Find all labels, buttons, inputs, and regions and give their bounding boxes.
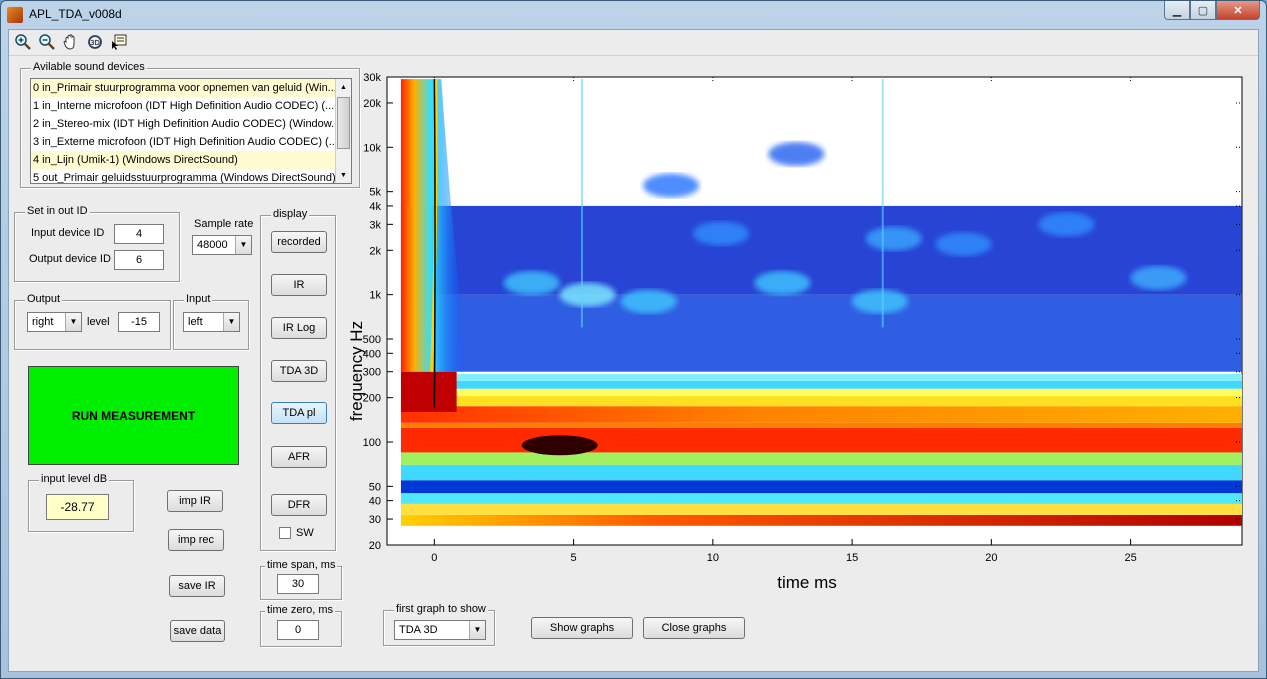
sw-label: SW (296, 527, 314, 539)
output-channel-value: right (32, 316, 54, 328)
display-tda-pl-button[interactable]: TDA pl (271, 402, 327, 424)
y-tick-label: 20k (363, 98, 381, 110)
y-tick-label: 5k (369, 187, 381, 199)
x-tick-label: 15 (846, 552, 858, 564)
close-button[interactable]: ✕ (1216, 1, 1260, 20)
y-tick-label: 30 (369, 514, 381, 526)
save-ir-button[interactable]: save IR (169, 575, 225, 597)
chevron-down-icon: ▼ (235, 236, 251, 254)
first-graph-value: TDA 3D (399, 624, 438, 636)
device-item-2[interactable]: 2 in_Stereo-mix (IDT High Definition Aud… (31, 115, 351, 133)
x-tick-label: 20 (985, 552, 997, 564)
pan-hand-icon[interactable] (61, 32, 81, 52)
app-window: APL_TDA_v008d ▁ ▢ ✕ 3D Avilable sound de… (0, 0, 1267, 679)
first-graph-select[interactable]: TDA 3D ▼ (394, 620, 486, 640)
device-item-0[interactable]: 0 in_Primair stuurprogramma voor opnemen… (31, 79, 351, 97)
input-channel-value: left (188, 316, 203, 328)
sample-rate-label: Sample rate (194, 218, 254, 230)
close-graphs-button[interactable]: Close graphs (643, 617, 745, 639)
x-tick-label: 25 (1124, 552, 1136, 564)
output-device-field[interactable]: 6 (114, 250, 164, 270)
imp-ir-button[interactable]: imp IR (167, 490, 223, 512)
device-item-5[interactable]: 5 out_Primair geluidsstuurprogramma (Win… (31, 169, 351, 183)
zoom-in-icon[interactable] (13, 32, 33, 52)
sample-rate-value: 48000 (197, 239, 228, 251)
time-span-field[interactable]: 30 (277, 574, 319, 594)
input-channel-select[interactable]: left ▼ (183, 312, 240, 332)
input-device-label: Input device ID (31, 227, 105, 239)
save-data-button[interactable]: save data (170, 620, 225, 642)
chevron-down-icon: ▼ (223, 313, 239, 331)
display-recorded-button[interactable]: recorded (271, 231, 327, 253)
input-panel: Input left ▼ (173, 293, 249, 350)
svg-text:3D: 3D (90, 39, 100, 47)
maximize-button[interactable]: ▢ (1190, 1, 1216, 20)
chevron-down-icon: ▼ (469, 621, 485, 639)
device-item-3[interactable]: 3 in_Externe microfoon (IDT High Definit… (31, 133, 351, 151)
output-panel-title: Output (25, 293, 63, 305)
matlab-icon (7, 7, 23, 23)
title-bar: APL_TDA_v008d ▁ ▢ ✕ (1, 1, 1266, 29)
input-level-title: input level dB (39, 473, 110, 485)
y-tick-label: 10k (363, 142, 381, 154)
sample-rate-select[interactable]: 48000 ▼ (192, 235, 252, 255)
input-panel-title: Input (184, 293, 213, 305)
device-item-1[interactable]: 1 in_Interne microfoon (IDT High Definit… (31, 97, 351, 115)
client-area: 3D Avilable sound devices 0 in_Primair s… (8, 29, 1259, 672)
time-zero-panel: time zero, ms 0 (260, 604, 342, 647)
output-device-label: Output device ID (29, 253, 111, 265)
time-zero-title: time zero, ms (265, 604, 336, 616)
y-axis-label: frequency Hz (347, 321, 366, 421)
y-tick-label: 1k (369, 290, 381, 302)
output-channel-select[interactable]: right ▼ (27, 312, 82, 332)
y-tick-label: 2k (369, 245, 381, 257)
figure-toolbar: 3D (9, 30, 1258, 56)
devices-listbox[interactable]: 0 in_Primair stuurprogramma voor opnemen… (30, 78, 352, 184)
y-tick-label: 20 (369, 540, 381, 552)
sw-checkbox[interactable] (279, 527, 291, 539)
x-tick-label: 0 (431, 552, 437, 564)
display-ir-log-button[interactable]: IR Log (271, 317, 327, 339)
output-panel: Output right ▼ level -15 (14, 293, 171, 350)
io-panel: Set in out ID Input device ID 4 Output d… (14, 205, 180, 282)
display-ir-button[interactable]: IR (271, 274, 327, 296)
time-span-title: time span, ms (265, 559, 338, 571)
x-tick-label: 10 (707, 552, 719, 564)
x-tick-label: 5 (571, 552, 577, 564)
tda-plot[interactable]: 203040501002003004005001k2k3k4k5k10k20k3… (337, 70, 1247, 590)
level-field[interactable]: -15 (118, 312, 160, 332)
show-graphs-button[interactable]: Show graphs (531, 617, 633, 639)
chevron-down-icon: ▼ (65, 313, 81, 331)
input-level-display: -28.77 (46, 494, 109, 520)
display-panel-title: display (271, 208, 310, 220)
time-span-panel: time span, ms 30 (260, 559, 342, 600)
display-tda-3d-button[interactable]: TDA 3D (271, 360, 327, 382)
x-axis-label: time ms (777, 573, 837, 590)
minimize-button[interactable]: ▁ (1164, 1, 1190, 20)
data-cursor-icon[interactable] (109, 32, 129, 52)
level-label: level (87, 316, 110, 328)
y-tick-label: 50 (369, 481, 381, 493)
zoom-out-icon[interactable] (37, 32, 57, 52)
rotate-3d-icon[interactable]: 3D (85, 32, 105, 52)
display-dfr-button[interactable]: DFR (271, 494, 327, 516)
y-tick-label: 3k (369, 219, 381, 231)
y-tick-label: 30k (363, 72, 381, 84)
first-graph-panel: first graph to show TDA 3D ▼ (383, 603, 495, 646)
run-measurement-button[interactable]: RUN MEASUREMENT (28, 366, 239, 465)
device-item-4[interactable]: 4 in_Lijn (Umik-1) (Windows DirectSound) (31, 151, 351, 169)
y-tick-label: 4k (369, 201, 381, 213)
devices-panel-title: Avilable sound devices (31, 61, 147, 73)
imp-rec-button[interactable]: imp rec (168, 529, 224, 551)
y-tick-label: 40 (369, 496, 381, 508)
input-device-field[interactable]: 4 (114, 224, 164, 244)
window-title: APL_TDA_v008d (29, 7, 122, 21)
first-graph-title: first graph to show (394, 603, 488, 615)
display-afr-button[interactable]: AFR (271, 446, 327, 468)
y-tick-label: 100 (363, 437, 381, 449)
io-panel-title: Set in out ID (25, 205, 90, 217)
time-zero-field[interactable]: 0 (277, 620, 319, 640)
